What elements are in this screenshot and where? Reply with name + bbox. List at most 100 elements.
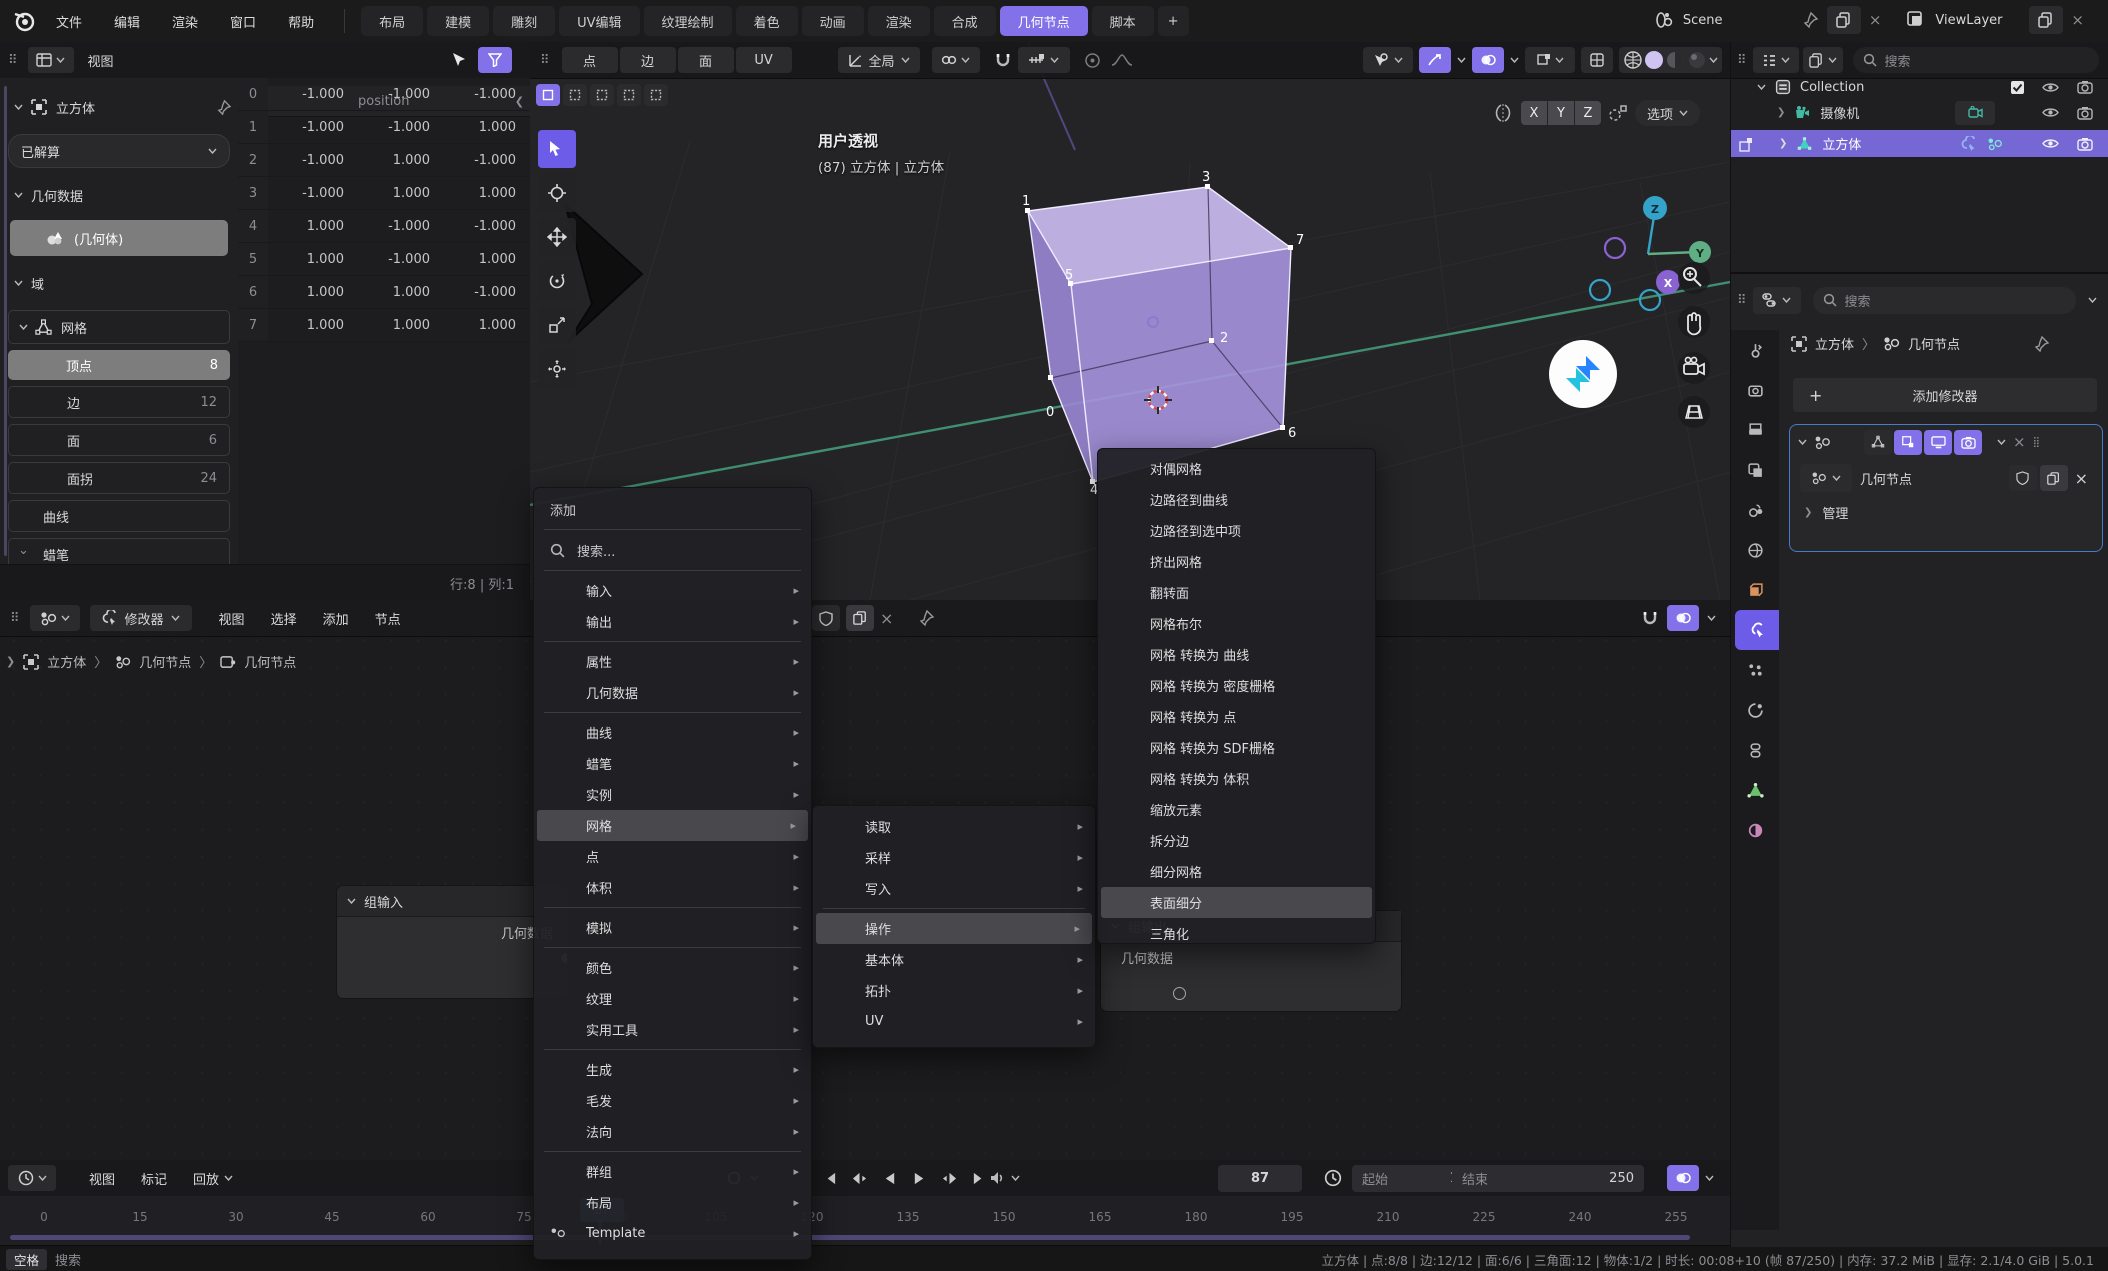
mesh-group-row[interactable]: 网格 (8, 310, 230, 344)
add-menu-item-Template[interactable]: Template▸ (534, 1218, 811, 1249)
filter-toggle-icon[interactable] (478, 47, 512, 73)
breadcrumb-nodetree[interactable]: 几何节点 (244, 652, 296, 671)
add-menu-item-群组[interactable]: 群组▸ (534, 1156, 811, 1187)
delete-modifier-icon[interactable]: × (2013, 433, 2026, 451)
scene-icon[interactable] (1653, 9, 1675, 31)
checkbox-icon[interactable] (2010, 80, 2025, 95)
disable-render-icon[interactable] (2077, 106, 2093, 120)
snap-magnet-icon[interactable] (994, 51, 1012, 69)
sync-audio-icon[interactable] (988, 1170, 1005, 1186)
menu-search[interactable]: 搜索... (534, 534, 811, 566)
cube-row-selected[interactable]: ❯ 立方体 (1731, 130, 2108, 157)
select-op-button-1[interactable] (563, 84, 587, 106)
add-menu-item-属性[interactable]: 属性▸ (534, 646, 811, 677)
frame-end-field[interactable]: 结束250 (1452, 1165, 1644, 1192)
tab-physics[interactable] (1731, 690, 1779, 730)
topbar-menu-1[interactable]: 编辑 (98, 12, 156, 31)
select-mode-tab-0[interactable]: 点 (562, 47, 618, 73)
tab-world[interactable] (1731, 530, 1779, 570)
tab-scene[interactable] (1731, 490, 1779, 530)
node-editor-menu-1[interactable]: 选择 (258, 609, 310, 628)
breadcrumb-object[interactable]: 立方体 (1815, 334, 1854, 353)
domain-row-0[interactable]: 顶点8 (8, 350, 230, 380)
manage-subpanel[interactable]: ❯ 管理 (1790, 497, 2102, 527)
unlink-icon[interactable]: × (2071, 469, 2092, 488)
overlays-toggle[interactable] (1667, 1165, 1699, 1191)
mirror-axis-x[interactable]: X (1521, 101, 1547, 125)
timeline-menu-2[interactable]: 回放 (180, 1169, 246, 1188)
gizmos-dropdown[interactable] (1525, 47, 1575, 73)
add-menu-item-模拟[interactable]: 模拟▸ (534, 912, 811, 943)
drag-grip-icon[interactable]: ⠿ (540, 53, 552, 68)
spreadsheet-view-menu[interactable]: 视图 (88, 51, 114, 70)
domain-row-1[interactable]: 边12 (8, 386, 230, 418)
tab-object[interactable] (1731, 570, 1779, 610)
tool-move[interactable] (538, 218, 576, 256)
add-menu-item-几何数据[interactable]: 几何数据▸ (534, 677, 811, 708)
ops-menu-item-边路径到选中项[interactable]: 边路径到选中项 (1098, 515, 1375, 546)
camera-row[interactable]: ❯ 摄像机 (1777, 103, 2108, 122)
ops-menu-item-细分网格[interactable]: 细分网格 (1098, 856, 1375, 887)
mesh-menu-item-基本体[interactable]: 基本体▸ (813, 944, 1095, 975)
prev-keyframe-button[interactable] (846, 1166, 872, 1190)
domain-row-3[interactable]: 面拐24 (8, 462, 230, 494)
xray-toggle[interactable] (1419, 47, 1451, 73)
select-mode-tab-2[interactable]: 面 (678, 47, 734, 73)
tab-modifiers[interactable] (1735, 610, 1779, 650)
add-menu-item-法向[interactable]: 法向▸ (534, 1116, 811, 1147)
tool-select-box[interactable] (538, 130, 576, 168)
remove-view-layer-icon[interactable]: × (2071, 11, 2084, 29)
mesh-menu-item-写入[interactable]: 写入▸ (813, 873, 1095, 904)
drag-grip-icon[interactable]: ⠿ (8, 53, 20, 68)
tab-render[interactable] (1731, 370, 1779, 410)
shading-preview-button[interactable] (1665, 50, 1685, 70)
snap-settings-button[interactable] (1018, 47, 1070, 73)
shield-fake-user-icon[interactable] (812, 605, 840, 631)
transform-orientation-select[interactable]: 全局 (838, 47, 920, 73)
ops-menu-item-网格 转换为 点[interactable]: 网格 转换为 点 (1098, 701, 1375, 732)
domain-row-4[interactable]: 曲线 (8, 500, 230, 532)
mirror-axis-y[interactable]: Y (1548, 101, 1574, 125)
editor-type-button[interactable] (28, 47, 74, 73)
pin-icon[interactable] (1801, 11, 1819, 29)
hide-viewport-icon[interactable] (2042, 137, 2059, 150)
node-editor-menu-3[interactable]: 节点 (362, 609, 414, 628)
tab-object-data[interactable] (1731, 770, 1779, 810)
blank-socket[interactable] (1173, 987, 1186, 1000)
shading-solid-button[interactable] (1623, 50, 1643, 70)
workspace-tab-0[interactable]: 布局 (361, 6, 423, 36)
workspace-tab-8[interactable]: 合成 (934, 6, 996, 36)
editor-type-button[interactable] (1753, 47, 1799, 73)
overlays-toggle[interactable] (1667, 605, 1699, 631)
breadcrumb-modifier[interactable]: 几何节点 (139, 652, 191, 671)
ops-menu-item-网格布尔[interactable]: 网格布尔 (1098, 608, 1375, 639)
add-workspace-button[interactable]: + (1158, 6, 1189, 36)
copy-datablock-icon[interactable] (846, 605, 874, 631)
hide-viewport-icon[interactable] (2042, 106, 2059, 119)
ops-menu-item-表面细分[interactable]: 表面细分 (1101, 887, 1372, 918)
ops-menu-item-拆分边[interactable]: 拆分边 (1098, 825, 1375, 856)
geometry-section-header[interactable]: 几何数据 (14, 180, 232, 210)
select-op-button-4[interactable] (644, 84, 668, 106)
copy-icon[interactable] (2040, 465, 2068, 491)
ops-menu-item-挤出网格[interactable]: 挤出网格 (1098, 546, 1375, 577)
shading-material-button[interactable] (1645, 51, 1663, 69)
eval-state-select[interactable]: 已解算 (8, 134, 230, 168)
ops-menu-item-网格 转换为 SDF栅格[interactable]: 网格 转换为 SDF栅格 (1098, 732, 1375, 763)
add-menu-item-实例[interactable]: 实例▸ (534, 779, 811, 810)
mesh-menu-item-采样[interactable]: 采样▸ (813, 842, 1095, 873)
use-preview-range-icon[interactable] (1324, 1169, 1342, 1187)
jump-to-start-button[interactable] (816, 1166, 842, 1190)
breadcrumb-modifier[interactable]: 几何节点 (1908, 334, 1960, 353)
select-op-button-0[interactable] (536, 84, 560, 106)
domain-row-2[interactable]: 面6 (8, 424, 230, 456)
drag-grip-icon[interactable]: ⠿ (10, 611, 22, 626)
select-mode-tab-3[interactable]: UV (736, 47, 792, 73)
new-view-layer-button[interactable] (2029, 6, 2063, 34)
timeline-ticks[interactable]: 87 0153045607590105120135150165180195210… (0, 1196, 1730, 1245)
view-layer-icon[interactable] (1905, 9, 1927, 31)
pin-icon[interactable] (215, 99, 232, 116)
editor-type-button[interactable] (1753, 287, 1801, 314)
scene-name[interactable]: Scene (1683, 13, 1793, 28)
on-cage-toggle[interactable] (1864, 430, 1892, 455)
